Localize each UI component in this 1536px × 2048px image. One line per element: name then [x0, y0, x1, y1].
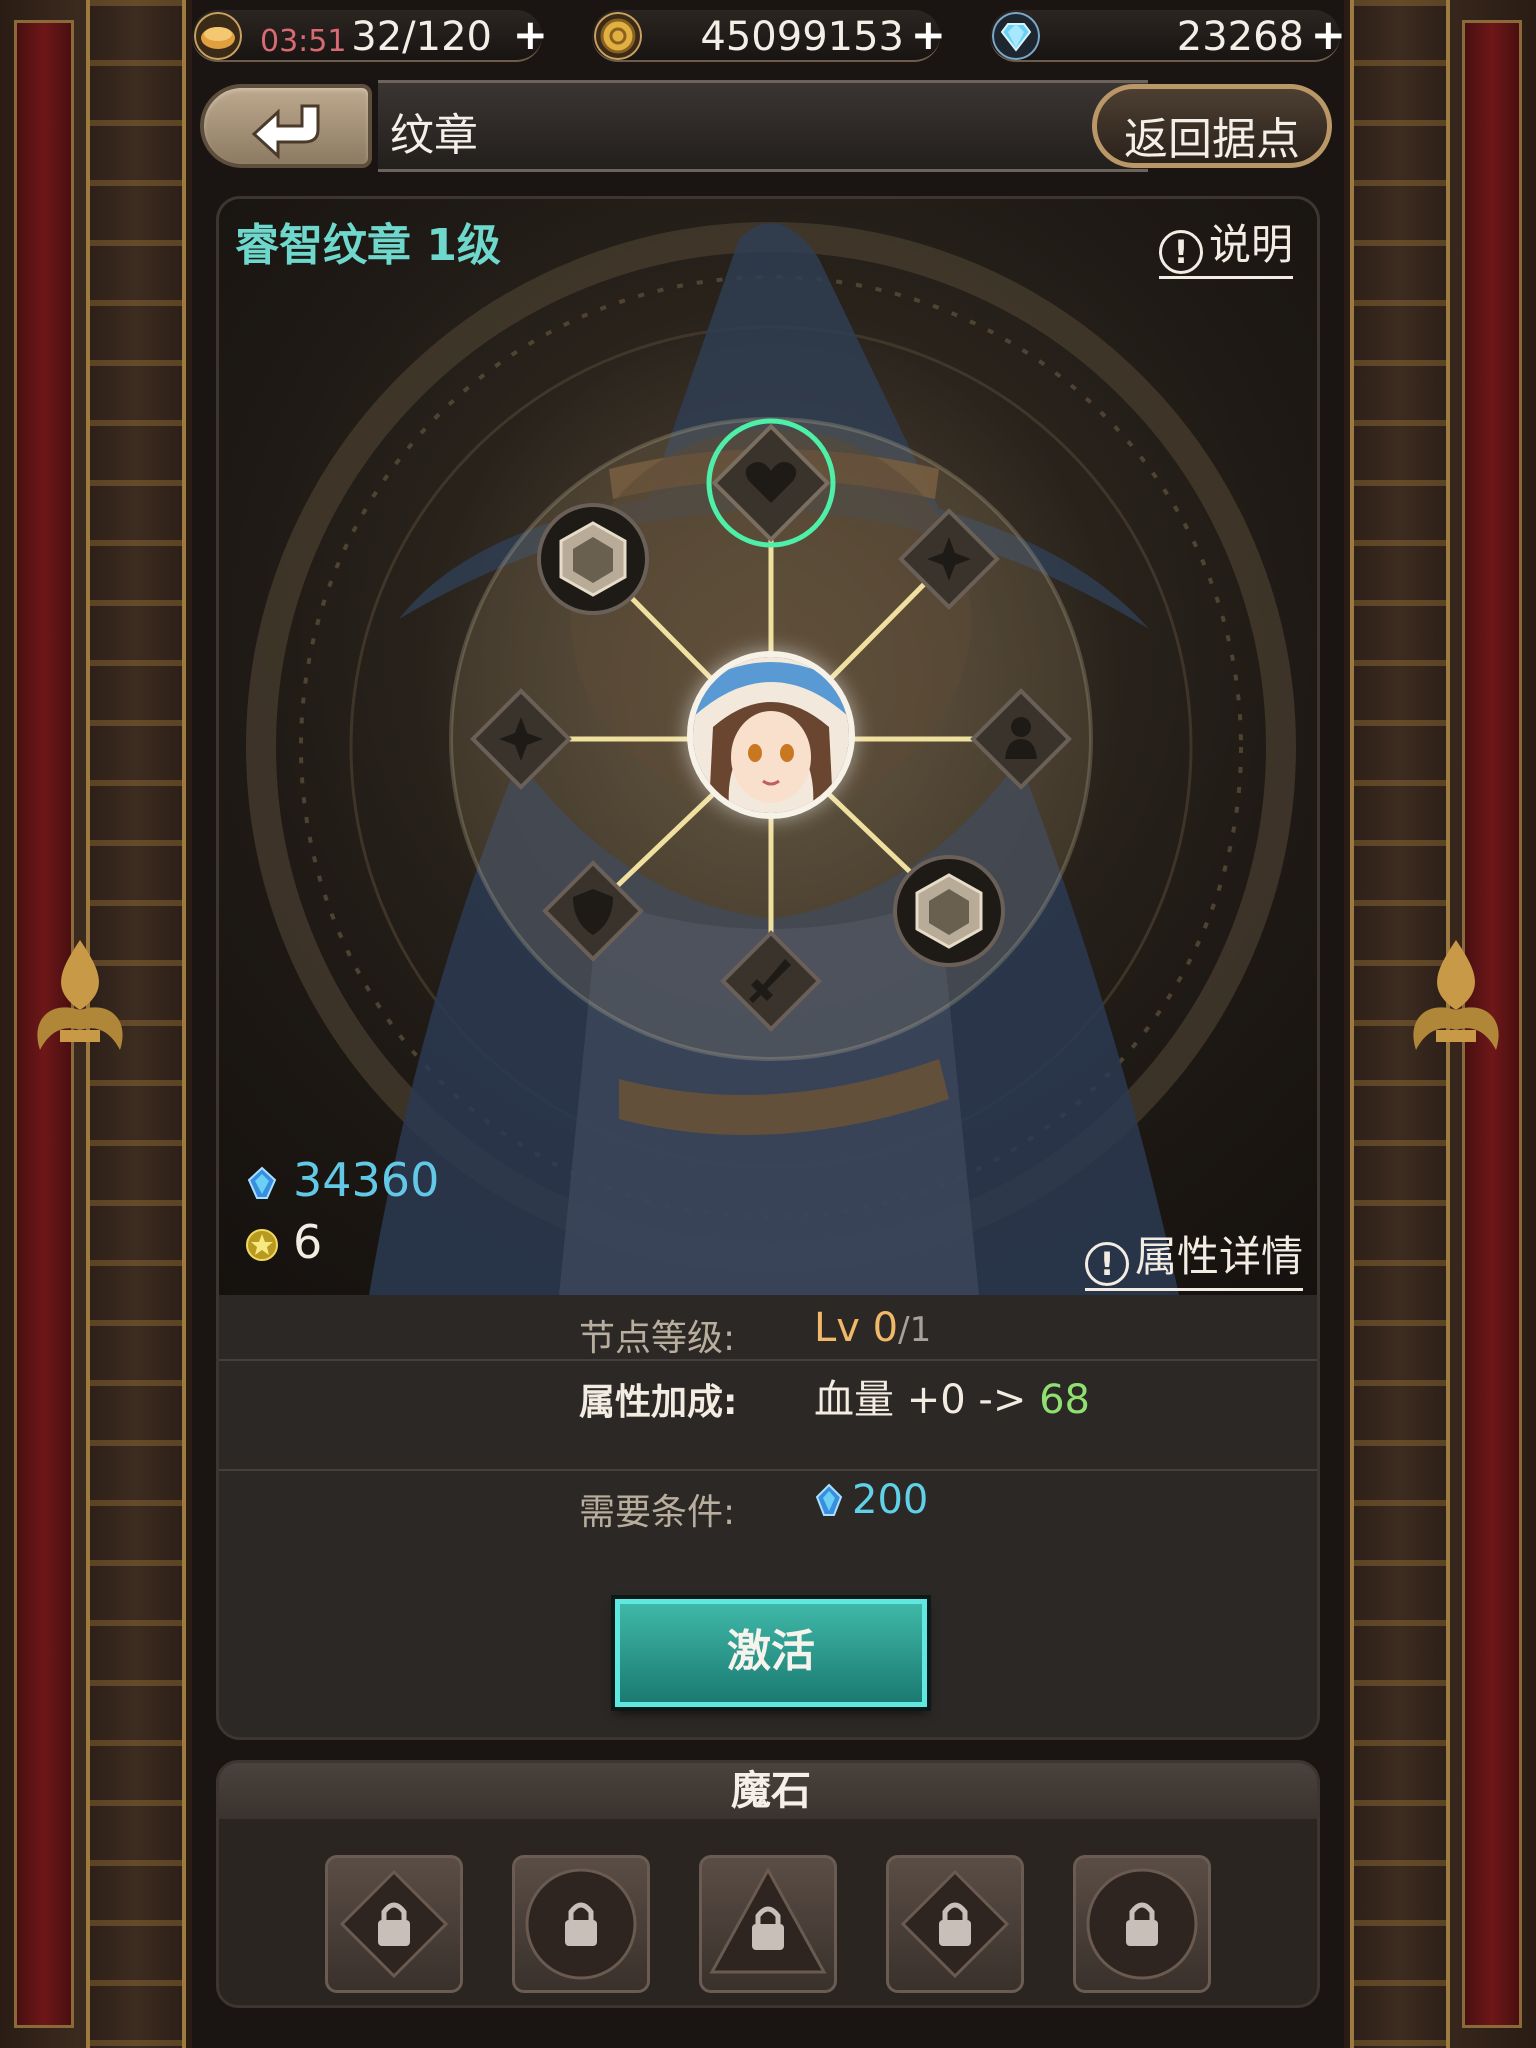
magic-stone-slot-1[interactable]	[325, 1855, 463, 1993]
node-sparkle-icon[interactable]	[891, 501, 1007, 617]
gem-value: 23268	[1176, 14, 1304, 60]
left-ornate-frame	[0, 0, 192, 2048]
attribute-detail-label: 属性详情	[1134, 1232, 1303, 1281]
stamina-value: 32/120	[351, 14, 492, 60]
crystal-count-value: 34360	[293, 1153, 440, 1207]
lock-icon	[525, 1868, 637, 1980]
explain-label: 说明	[1208, 220, 1293, 269]
requirement-label: 需要条件:	[579, 1492, 736, 1533]
medal-count: 6	[245, 1215, 322, 1269]
emblem-art-area: 睿智纹章 1级 ! 说明 34360 6 ! 属性详情	[219, 199, 1317, 1295]
node-level-row: 节点等级: Lv 0/1	[219, 1295, 1317, 1361]
node-level-label: 节点等级:	[579, 1318, 736, 1359]
attribute-detail-button[interactable]: ! 属性详情	[1084, 1223, 1303, 1291]
add-gold-button[interactable]: +	[911, 10, 946, 59]
activate-label: 激活	[727, 1626, 815, 1677]
info-icon: !	[1084, 1242, 1129, 1286]
crystal-icon	[247, 1166, 277, 1199]
lock-icon	[1086, 1868, 1198, 1980]
resource-bar: 03:51 32/120 + 45099153 + 23268 +	[192, 0, 1346, 72]
stamina-counter[interactable]: 03:51 32/120 +	[192, 10, 548, 62]
fleur-de-lis-icon	[37, 940, 123, 1050]
title-strip: 纹章	[378, 80, 1148, 172]
crystal-count: 34360	[245, 1153, 439, 1207]
node-hp-heart-icon[interactable]	[701, 413, 841, 553]
fleur-de-lis-icon	[1413, 940, 1499, 1050]
medal-icon	[246, 1229, 278, 1261]
crystal-icon	[815, 1483, 843, 1516]
magic-stone-slot-2[interactable]	[512, 1855, 650, 1993]
add-gem-button[interactable]: +	[1311, 10, 1346, 59]
node-level-current: Lv 0	[814, 1305, 899, 1351]
bread-icon	[194, 12, 242, 60]
magic-stone-slot-3[interactable]	[699, 1855, 837, 1993]
explain-button[interactable]: ! 说明	[1158, 211, 1293, 279]
diamond-icon	[992, 12, 1040, 60]
attribute-bonus-gain: 68	[1039, 1377, 1090, 1423]
lock-icon	[339, 1869, 449, 1979]
requirement-amount: 200	[852, 1477, 929, 1523]
magic-stone-slot-4[interactable]	[886, 1855, 1024, 1993]
medal-count-value: 6	[293, 1215, 323, 1269]
requirement-value: 200	[814, 1477, 928, 1523]
magic-stone-title: 魔石	[731, 1768, 811, 1814]
emblem-name: 睿智纹章 1级	[235, 220, 501, 271]
node-level-value: Lv 0/1	[814, 1305, 931, 1351]
gold-coin-icon	[594, 12, 642, 60]
attribute-bonus-label: 属性加成:	[579, 1382, 738, 1423]
lock-icon	[709, 1866, 827, 1974]
gold-counter[interactable]: 45099153 +	[592, 10, 946, 62]
title-bar: 纹章 返回据点	[200, 80, 1332, 172]
back-arrow-icon	[251, 104, 320, 160]
attribute-bonus-row: 属性加成: 血量 +0 -> 68	[219, 1361, 1317, 1471]
activate-button[interactable]: 激活	[615, 1599, 927, 1707]
add-stamina-button[interactable]: +	[513, 10, 548, 59]
info-icon: !	[1158, 230, 1203, 274]
character-portrait[interactable]	[687, 651, 855, 819]
node-sparkle-left-icon[interactable]	[463, 681, 579, 797]
return-to-base-label: 返回据点	[1124, 114, 1300, 165]
gold-value: 45099153	[700, 14, 904, 60]
requirement-row: 需要条件: 200	[219, 1471, 1317, 1551]
attribute-bonus-value: 血量 +0 -> 68	[814, 1367, 1090, 1425]
lock-icon	[900, 1869, 1010, 1979]
node-shield-icon[interactable]	[535, 853, 651, 969]
magic-stone-slot-5[interactable]	[1073, 1855, 1211, 1993]
return-to-base-button[interactable]: 返回据点	[1092, 84, 1332, 168]
back-button[interactable]	[200, 84, 372, 168]
node-figure-icon[interactable]	[963, 681, 1079, 797]
page-title: 纹章	[390, 110, 478, 161]
gem-counter[interactable]: 23268 +	[990, 10, 1346, 62]
magic-stone-header: 魔石	[219, 1763, 1317, 1819]
right-ornate-frame	[1344, 0, 1536, 2048]
magic-stone-panel: 魔石	[216, 1760, 1320, 2008]
node-sword-icon[interactable]	[713, 923, 829, 1039]
node-hexagon-socket-icon[interactable]	[891, 853, 1007, 969]
emblem-card: 睿智纹章 1级 ! 说明 34360 6 ! 属性详情 节点等级: Lv 0/1 属…	[216, 196, 1320, 1740]
character-face	[693, 657, 849, 813]
attribute-bonus-text: 血量 +0 ->	[814, 1377, 1027, 1423]
stamina-timer: 03:51	[260, 24, 347, 59]
node-hexagon-socket-icon[interactable]	[535, 501, 651, 617]
node-level-max: /1	[898, 1310, 932, 1350]
